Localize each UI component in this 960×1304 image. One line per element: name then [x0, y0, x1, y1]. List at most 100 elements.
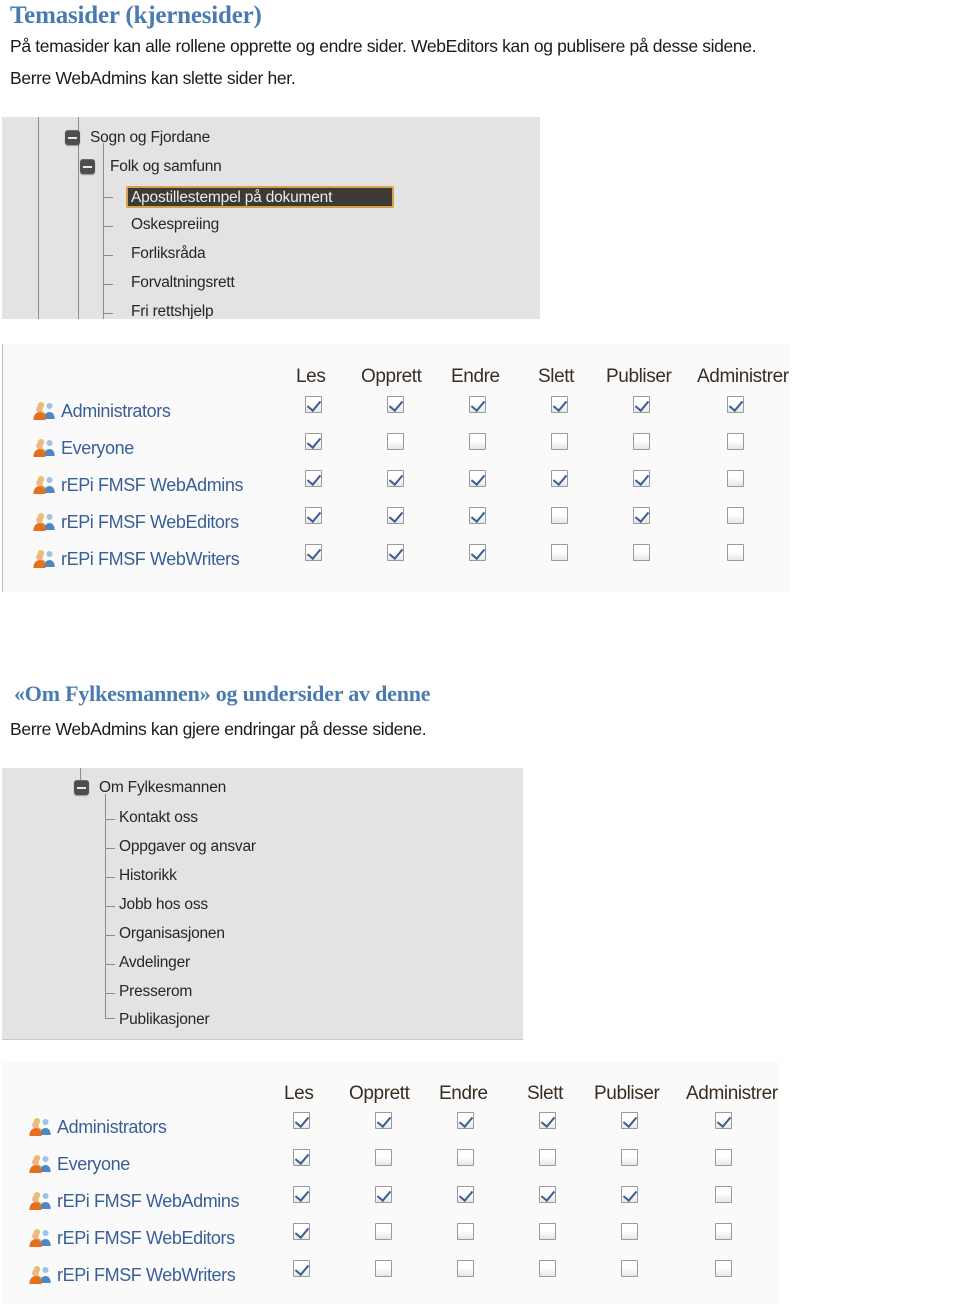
tree-node-avdelinger[interactable]: Avdelinger: [119, 954, 190, 972]
section-1-paragraph-1: På temasider kan alle rollene opprette o…: [10, 36, 757, 56]
perm-checkbox[interactable]: [387, 433, 404, 450]
perm-checkbox[interactable]: [621, 1112, 638, 1129]
perm-checkbox[interactable]: [293, 1223, 310, 1240]
tree-screenshot-om-fylkesmannen: Om Fylkesmannen Kontakt oss Oppgaver og …: [2, 768, 523, 1040]
perm-checkbox[interactable]: [727, 507, 744, 524]
perm-checkbox[interactable]: [621, 1186, 638, 1203]
perm-checkbox[interactable]: [457, 1260, 474, 1277]
perm-checkbox[interactable]: [375, 1260, 392, 1277]
perm-checkbox[interactable]: [539, 1112, 556, 1129]
user-group-icon: [33, 550, 55, 568]
perm-checkbox[interactable]: [387, 544, 404, 561]
perm-checkbox[interactable]: [539, 1260, 556, 1277]
user-group-icon: [33, 439, 55, 457]
perm-checkbox[interactable]: [457, 1149, 474, 1166]
perm-checkbox[interactable]: [551, 507, 568, 524]
perm-row-label-repi-fmsf-webwriters: rEPi FMSF WebWriters: [61, 549, 240, 569]
tree-screenshot-temasider: Sogn og Fjordane Folk og samfunn Apostil…: [2, 117, 540, 319]
perm-checkbox[interactable]: [621, 1223, 638, 1240]
perm-checkbox[interactable]: [469, 433, 486, 450]
perm-column-header-les: Les: [284, 1083, 314, 1104]
perm-checkbox[interactable]: [727, 544, 744, 561]
perm-checkbox[interactable]: [387, 507, 404, 524]
perm-checkbox[interactable]: [293, 1149, 310, 1166]
perm-checkbox[interactable]: [305, 433, 322, 450]
tree-expander-icon[interactable]: [65, 130, 80, 145]
tree-guide-line: [38, 117, 39, 319]
perm-checkbox[interactable]: [375, 1223, 392, 1240]
tree-node-jobb-hos-oss[interactable]: Jobb hos oss: [119, 896, 208, 914]
perm-checkbox[interactable]: [387, 470, 404, 487]
perm-checkbox[interactable]: [457, 1186, 474, 1203]
perm-checkbox[interactable]: [715, 1223, 732, 1240]
perm-checkbox[interactable]: [305, 544, 322, 561]
tree-node-publikasjoner[interactable]: Publikasjoner: [119, 1011, 210, 1029]
user-group-icon: [29, 1155, 51, 1173]
perm-checkbox[interactable]: [539, 1186, 556, 1203]
perm-checkbox[interactable]: [621, 1260, 638, 1277]
tree-node-oskespreiing[interactable]: Oskespreiing: [131, 216, 219, 234]
tree-node-organisasjonen[interactable]: Organisasjonen: [119, 925, 225, 943]
perm-checkbox[interactable]: [293, 1186, 310, 1203]
tree-expander-icon[interactable]: [80, 159, 95, 174]
tree-guide-line: [105, 848, 115, 849]
perm-checkbox[interactable]: [305, 507, 322, 524]
perm-checkbox[interactable]: [469, 507, 486, 524]
tree-node-om-fylkesmannen[interactable]: Om Fylkesmannen: [99, 779, 226, 797]
perm-checkbox[interactable]: [375, 1149, 392, 1166]
tree-node-oppgaver-og-ansvar[interactable]: Oppgaver og ansvar: [119, 838, 256, 856]
tree-guide-line: [78, 117, 79, 319]
perm-checkbox[interactable]: [457, 1112, 474, 1129]
perm-row-label-repi-fmsf-webeditors: rEPi FMSF WebEditors: [57, 1228, 235, 1248]
perm-checkbox[interactable]: [293, 1112, 310, 1129]
perm-checkbox[interactable]: [727, 396, 744, 413]
tree-node-folk-og-samfunn[interactable]: Folk og samfunn: [110, 158, 222, 176]
perm-checkbox[interactable]: [621, 1149, 638, 1166]
tree-node-forliksrada[interactable]: Forliksråda: [131, 245, 206, 263]
perm-checkbox[interactable]: [539, 1149, 556, 1166]
tree-node-fri-rettshjelp[interactable]: Fri rettshjelp: [131, 303, 214, 319]
perm-checkbox[interactable]: [469, 470, 486, 487]
perm-checkbox[interactable]: [469, 396, 486, 413]
perm-checkbox[interactable]: [727, 433, 744, 450]
perm-checkbox[interactable]: [633, 544, 650, 561]
tree-guide-line: [103, 197, 113, 198]
perm-checkbox[interactable]: [305, 470, 322, 487]
tree-canvas: Om Fylkesmannen Kontakt oss Oppgaver og …: [2, 768, 523, 1039]
perm-checkbox[interactable]: [375, 1186, 392, 1203]
perm-column-header-publiser: Publiser: [594, 1083, 660, 1104]
tree-expander-icon[interactable]: [74, 780, 89, 795]
tree-node-historikk[interactable]: Historikk: [119, 867, 177, 885]
tree-node-sogn-og-fjordane[interactable]: Sogn og Fjordane: [90, 129, 210, 147]
tree-guide-line: [105, 877, 115, 878]
perm-checkbox[interactable]: [633, 507, 650, 524]
perm-checkbox[interactable]: [375, 1112, 392, 1129]
perm-checkbox[interactable]: [633, 433, 650, 450]
perm-checkbox[interactable]: [633, 470, 650, 487]
perm-checkbox[interactable]: [387, 396, 404, 413]
perm-checkbox[interactable]: [715, 1149, 732, 1166]
tree-guide-line: [103, 226, 113, 227]
perm-checkbox[interactable]: [727, 470, 744, 487]
perm-checkbox[interactable]: [305, 396, 322, 413]
tree-node-kontakt-oss[interactable]: Kontakt oss: [119, 809, 198, 827]
perm-checkbox[interactable]: [551, 470, 568, 487]
tree-node-forvaltningsrett[interactable]: Forvaltningsrett: [131, 274, 235, 292]
perm-checkbox[interactable]: [551, 396, 568, 413]
perm-checkbox[interactable]: [715, 1112, 732, 1129]
perm-column-header-publiser: Publiser: [606, 366, 672, 387]
perm-checkbox[interactable]: [469, 544, 486, 561]
perm-checkbox[interactable]: [539, 1223, 556, 1240]
perm-checkbox[interactable]: [551, 544, 568, 561]
tree-guide-line: [103, 143, 104, 319]
user-group-icon: [33, 402, 55, 420]
tree-node-presserom[interactable]: Presserom: [119, 983, 192, 1001]
perm-checkbox[interactable]: [551, 433, 568, 450]
perm-checkbox[interactable]: [715, 1260, 732, 1277]
perm-checkbox[interactable]: [293, 1260, 310, 1277]
tree-node-apostillestempel-pa-dokument[interactable]: Apostillestempel på dokument: [131, 189, 332, 207]
perm-row-label-repi-fmsf-webadmins: rEPi FMSF WebAdmins: [57, 1191, 240, 1211]
perm-checkbox[interactable]: [715, 1186, 732, 1203]
perm-checkbox[interactable]: [457, 1223, 474, 1240]
perm-checkbox[interactable]: [633, 396, 650, 413]
